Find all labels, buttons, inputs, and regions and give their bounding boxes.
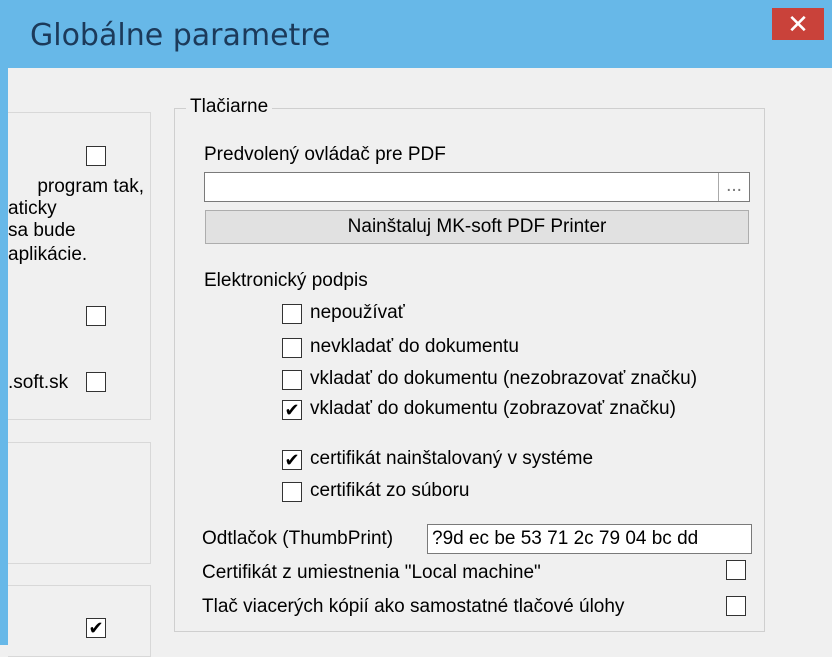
esign-option-checkbox-2[interactable]	[282, 338, 302, 358]
multi-copy-checkbox[interactable]	[726, 596, 746, 616]
local-machine-label: Certifikát z umiestnenia "Local machine"	[202, 562, 541, 583]
printers-group-title: Tlačiarne	[186, 96, 273, 118]
esign-option-label-1[interactable]: nepoužívať	[310, 302, 405, 324]
esign-option-label-3[interactable]: vkladať do dokumentu (nezobrazovať značk…	[310, 368, 697, 390]
multi-copy-label: Tlač viacerých kópií ako samostatné tlač…	[202, 596, 625, 617]
thumbprint-input[interactable]: ?9d ec be 53 71 2c 79 04 bc dd	[427, 524, 752, 554]
left-checkbox-3[interactable]	[86, 372, 106, 392]
left-text-line-2: aticky	[8, 198, 57, 219]
esign-label: Elektronický podpis	[204, 270, 368, 291]
install-pdf-printer-button[interactable]: Nainštaluj MK-soft PDF Printer	[205, 210, 749, 244]
left-text-line-1: program tak,	[37, 176, 144, 197]
window-frame-left	[0, 68, 8, 645]
thumbprint-label: Odtlačok (ThumbPrint)	[202, 528, 394, 549]
left-domain-text: .soft.sk	[8, 372, 69, 393]
left-panel-middle	[8, 442, 151, 564]
left-checkbox-1[interactable]	[86, 146, 106, 166]
cert-installed-checkbox[interactable]: ✔	[282, 450, 302, 470]
left-panel-bottom	[8, 585, 151, 657]
left-text-line-3: sa bude	[8, 220, 76, 241]
pdf-driver-label: Predvolený ovládač pre PDF	[204, 144, 446, 165]
esign-option-checkbox-3[interactable]	[282, 370, 302, 390]
cert-installed-label[interactable]: certifikát nainštalovaný v systéme	[310, 448, 593, 470]
cert-file-checkbox[interactable]	[282, 482, 302, 502]
browse-button[interactable]: ...	[718, 173, 749, 201]
esign-option-label-4[interactable]: vkladať do dokumentu (zobrazovať značku)	[310, 398, 676, 420]
pdf-driver-input[interactable]: ...	[204, 172, 750, 202]
close-button[interactable]: ✕	[772, 8, 824, 40]
title-bar[interactable]: Globálne parametre ✕	[0, 0, 832, 68]
left-text-line-4: aplikácie.	[8, 244, 88, 265]
esign-option-label-2[interactable]: nevkladať do dokumentu	[310, 336, 519, 358]
left-checkbox-2[interactable]	[86, 306, 106, 326]
esign-option-checkbox-1[interactable]	[282, 304, 302, 324]
local-machine-checkbox[interactable]	[726, 560, 746, 580]
window-title: Globálne parametre	[30, 18, 331, 53]
left-checkbox-4[interactable]: ✔	[86, 618, 106, 638]
cert-file-label[interactable]: certifikát zo súboru	[310, 480, 469, 502]
thumbprint-value: ?9d ec be 53 71 2c 79 04 bc dd	[432, 528, 699, 549]
esign-option-checkbox-4[interactable]: ✔	[282, 400, 302, 420]
close-icon: ✕	[787, 9, 809, 39]
